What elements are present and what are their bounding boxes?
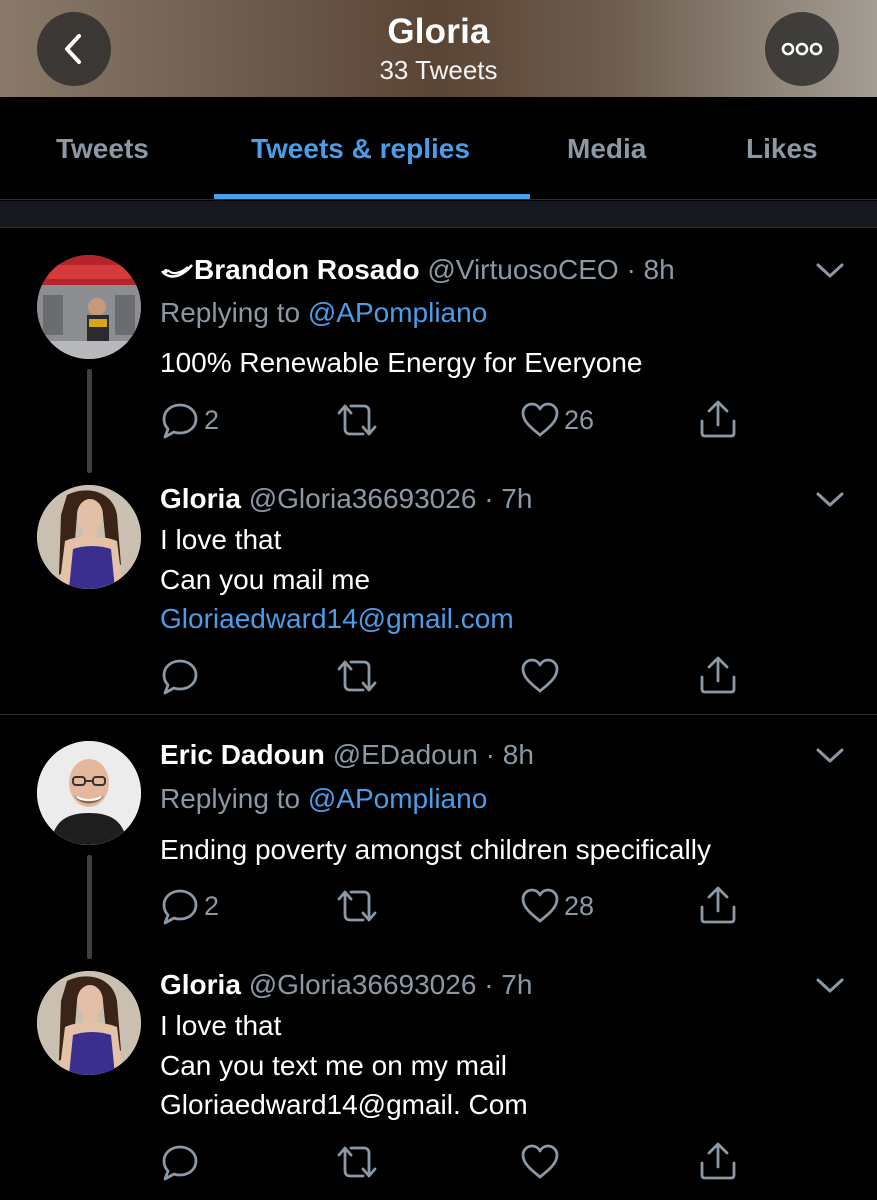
tweet-time: · 7h bbox=[484, 483, 533, 514]
retweet-button[interactable] bbox=[335, 401, 379, 439]
wing-logo-icon bbox=[160, 263, 193, 278]
reply-button[interactable] bbox=[160, 1143, 200, 1181]
share-button[interactable] bbox=[698, 655, 738, 695]
tweet-text: Can you text me on my mail bbox=[160, 1050, 508, 1081]
more-button[interactable] bbox=[765, 12, 839, 86]
divider bbox=[0, 199, 877, 200]
chevron-down-icon[interactable] bbox=[815, 261, 845, 281]
tweet-text: I love that bbox=[160, 1010, 282, 1041]
heart-icon bbox=[521, 1144, 559, 1179]
like-button[interactable]: 26 bbox=[520, 401, 594, 439]
reply-icon bbox=[162, 403, 198, 439]
author-handle[interactable]: @Gloria36693026 bbox=[249, 969, 477, 1000]
replying-label: Replying to bbox=[160, 297, 301, 328]
share-button[interactable] bbox=[698, 1141, 738, 1181]
chevron-down-icon[interactable] bbox=[815, 746, 845, 766]
retweet-button[interactable] bbox=[335, 657, 379, 695]
thread-line bbox=[87, 855, 92, 959]
avatar[interactable] bbox=[37, 741, 141, 845]
tweet-time: · 7h bbox=[484, 969, 533, 1000]
author-name[interactable]: Gloria bbox=[160, 483, 241, 514]
tweet-text: Gloriaedward14@gmail. Com bbox=[160, 1089, 528, 1120]
avatar[interactable] bbox=[37, 485, 141, 589]
divider bbox=[0, 714, 877, 715]
like-button[interactable]: 28 bbox=[520, 887, 594, 925]
replying-label: Replying to bbox=[160, 783, 301, 814]
heart-icon bbox=[521, 888, 559, 923]
share-icon bbox=[700, 886, 736, 924]
tweet-header: Gloria @Gloria36693026 · 7h bbox=[160, 483, 532, 515]
reply-count: 2 bbox=[204, 404, 220, 435]
tweet-header: Brandon Rosado @VirtuosoCEO · 8h bbox=[160, 254, 675, 286]
share-button[interactable] bbox=[698, 399, 738, 439]
replying-to: Replying to @APompliano bbox=[160, 297, 487, 329]
tab-tweets-and-replies[interactable]: Tweets & replies bbox=[251, 133, 470, 165]
avatar[interactable] bbox=[37, 255, 141, 359]
tweet-time: · 8h bbox=[485, 739, 534, 770]
author-handle[interactable]: @Gloria36693026 bbox=[249, 483, 477, 514]
tab-tweets[interactable]: Tweets bbox=[56, 133, 149, 165]
retweet-icon bbox=[337, 660, 377, 692]
heart-icon bbox=[521, 658, 559, 693]
tweet-header: Gloria @Gloria36693026 · 7h bbox=[160, 969, 532, 1001]
retweet-icon bbox=[337, 404, 377, 436]
share-icon bbox=[700, 1142, 736, 1180]
like-count: 26 bbox=[564, 404, 595, 435]
tweet-text: Can you mail me bbox=[160, 564, 371, 595]
email-link[interactable]: Gloriaedward14@gmail.com bbox=[160, 603, 514, 635]
heart-icon bbox=[521, 402, 559, 437]
reply-button[interactable]: 2 bbox=[160, 401, 219, 439]
avatar-photo bbox=[37, 485, 141, 589]
avatar[interactable] bbox=[37, 971, 141, 1075]
tab-media[interactable]: Media bbox=[567, 133, 646, 165]
tweet-text: Ending poverty amongst children specific… bbox=[160, 834, 711, 865]
tweet-header: Eric Dadoun @EDadoun · 8h bbox=[160, 739, 534, 771]
thread-line bbox=[87, 369, 92, 473]
retweet-icon bbox=[337, 890, 377, 922]
retweet-button[interactable] bbox=[335, 887, 379, 925]
retweet-button[interactable] bbox=[335, 1143, 379, 1181]
author-name[interactable]: Gloria bbox=[160, 969, 241, 1000]
chevron-down-icon[interactable] bbox=[815, 490, 845, 510]
section-gap bbox=[0, 201, 877, 228]
share-button[interactable] bbox=[698, 885, 738, 925]
like-button[interactable] bbox=[520, 657, 560, 695]
like-button[interactable] bbox=[520, 1143, 560, 1181]
page-title: Gloria bbox=[387, 12, 490, 51]
ellipsis-icon bbox=[781, 42, 823, 56]
author-name[interactable]: Brandon Rosado bbox=[194, 254, 420, 285]
avatar-photo bbox=[37, 255, 141, 359]
tweet-text: 100% Renewable Energy for Everyone bbox=[160, 347, 643, 378]
reply-button[interactable] bbox=[160, 657, 200, 695]
like-count: 28 bbox=[564, 890, 595, 921]
share-icon bbox=[700, 656, 736, 694]
reply-icon bbox=[162, 659, 198, 695]
profile-tabs: Tweets Tweets & replies Media Likes bbox=[0, 97, 877, 201]
reply-count: 2 bbox=[204, 890, 220, 921]
reply-button[interactable]: 2 bbox=[160, 887, 219, 925]
tweet-text: I love that bbox=[160, 524, 282, 555]
mention-link[interactable]: @APompliano bbox=[308, 297, 487, 328]
replying-to: Replying to @APompliano bbox=[160, 783, 487, 815]
avatar-photo bbox=[37, 741, 141, 845]
share-icon bbox=[700, 400, 736, 438]
avatar-photo bbox=[37, 971, 141, 1075]
reply-icon bbox=[162, 1145, 198, 1181]
chevron-down-icon[interactable] bbox=[815, 976, 845, 996]
profile-header: Gloria 33 Tweets bbox=[0, 0, 877, 97]
mention-link[interactable]: @APompliano bbox=[308, 783, 487, 814]
tweet-count: 33 Tweets bbox=[379, 55, 498, 85]
retweet-icon bbox=[337, 1146, 377, 1178]
tweet-time: · 8h bbox=[626, 254, 675, 285]
author-handle[interactable]: @VirtuosoCEO bbox=[427, 254, 618, 285]
author-name[interactable]: Eric Dadoun bbox=[160, 739, 325, 770]
reply-icon bbox=[162, 889, 198, 925]
author-handle[interactable]: @EDadoun bbox=[333, 739, 478, 770]
tab-likes[interactable]: Likes bbox=[746, 133, 818, 165]
